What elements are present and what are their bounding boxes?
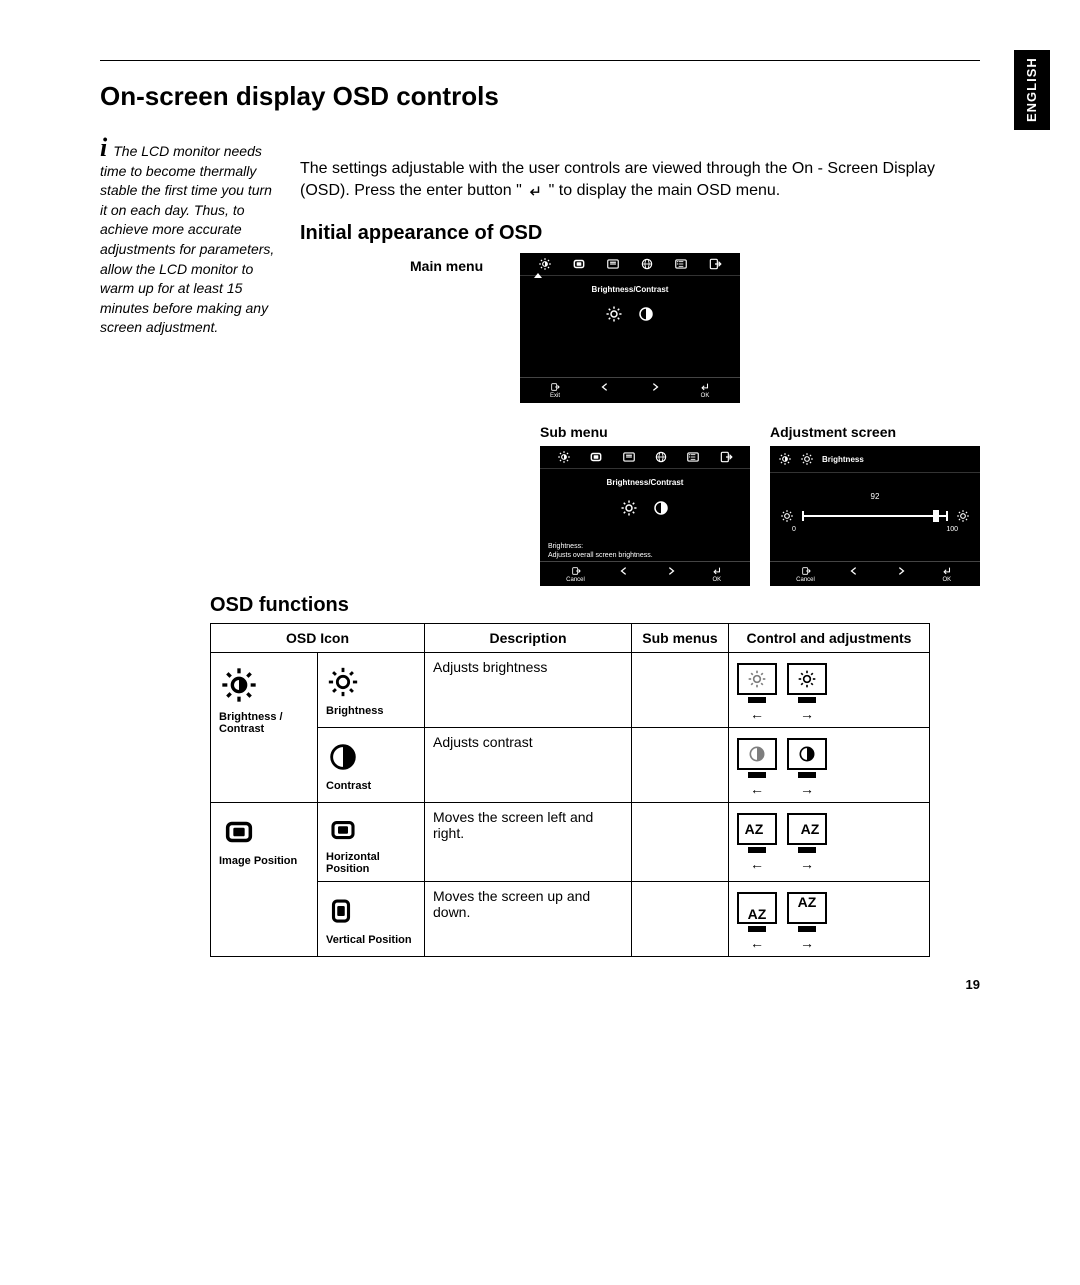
arrow-right-icon [894, 566, 908, 576]
arrow-right-icon [664, 566, 678, 576]
brightcontrast-icon [556, 450, 572, 464]
label-sub-menu: Sub menu [540, 423, 750, 443]
page-number: 19 [100, 977, 980, 992]
enter-icon [698, 382, 712, 392]
hpos-icon [571, 257, 587, 271]
iset-icon [621, 450, 637, 464]
brightness-icon [800, 452, 814, 466]
hpos-icon [588, 450, 604, 464]
vpos-icon [326, 894, 356, 928]
page-title: On-screen display OSD controls [100, 81, 980, 112]
arrow-left-icon [847, 566, 861, 576]
label-main-menu: Main menu [410, 257, 504, 277]
contrast-icon [326, 740, 360, 774]
subheading-functions: OSD functions [210, 594, 980, 617]
brightcontrast-icon [778, 452, 792, 466]
intro-paragraph: The settings adjustable with the user co… [300, 158, 980, 203]
brightness-icon [605, 305, 623, 323]
brightness-icon [620, 499, 638, 517]
control-down: AZ ← [737, 892, 777, 950]
exit-icon [569, 566, 583, 576]
osd-sub-title: Brightness/Contrast [540, 477, 750, 488]
control-decrease: ← [737, 663, 777, 721]
contrast-icon [652, 499, 670, 517]
arrow-left-icon [617, 566, 631, 576]
info-icon: i [100, 133, 107, 162]
globe-icon [639, 257, 655, 271]
osd-sub-menu: Brightness/Contrast Brightness: Adjusts … [540, 446, 750, 586]
brightness-low-icon [780, 509, 794, 523]
hpos-icon [219, 815, 259, 849]
brightcontrast-icon [219, 665, 259, 705]
top-rule [100, 60, 980, 61]
exit-icon [548, 382, 562, 392]
control-left: AZ ← [737, 813, 777, 871]
osd-main-menu: Brightness/Contrast Exit OK [520, 253, 740, 403]
exit-icon [799, 566, 813, 576]
osd-functions-table: OSD Icon Description Sub menus Control a… [210, 623, 930, 957]
enter-icon [940, 566, 954, 576]
brightcontrast-icon [537, 257, 553, 271]
iset-icon [605, 257, 621, 271]
subheading-initial: Initial appearance of OSD [300, 219, 980, 247]
brightness-icon [326, 665, 360, 699]
osd-adjustment-screen: Brightness 92 0 100 [770, 446, 980, 586]
hpos-icon [326, 815, 360, 845]
osd-main-title: Brightness/Contrast [520, 284, 740, 295]
slider [802, 515, 948, 517]
control-decrease: ← [737, 738, 777, 796]
enter-icon [526, 184, 544, 198]
control-right: AZ → [787, 813, 827, 871]
control-up: AZ → [787, 892, 827, 950]
control-increase: → [787, 738, 827, 796]
arrow-right-icon [648, 382, 662, 392]
enter-icon [710, 566, 724, 576]
exit-icon [718, 450, 734, 464]
contrast-icon [637, 305, 655, 323]
globe-icon [653, 450, 669, 464]
side-note: iThe LCD monitor needs time to become th… [100, 142, 280, 586]
tools-icon [673, 257, 689, 271]
arrow-left-icon [598, 382, 612, 392]
brightness-high-icon [956, 509, 970, 523]
tools-icon [685, 450, 701, 464]
label-adjustment: Adjustment screen [770, 423, 980, 443]
language-tab: ENGLISH [1014, 50, 1050, 130]
control-increase: → [787, 663, 827, 721]
exit-icon [707, 257, 723, 271]
adjust-value: 92 [770, 491, 980, 502]
